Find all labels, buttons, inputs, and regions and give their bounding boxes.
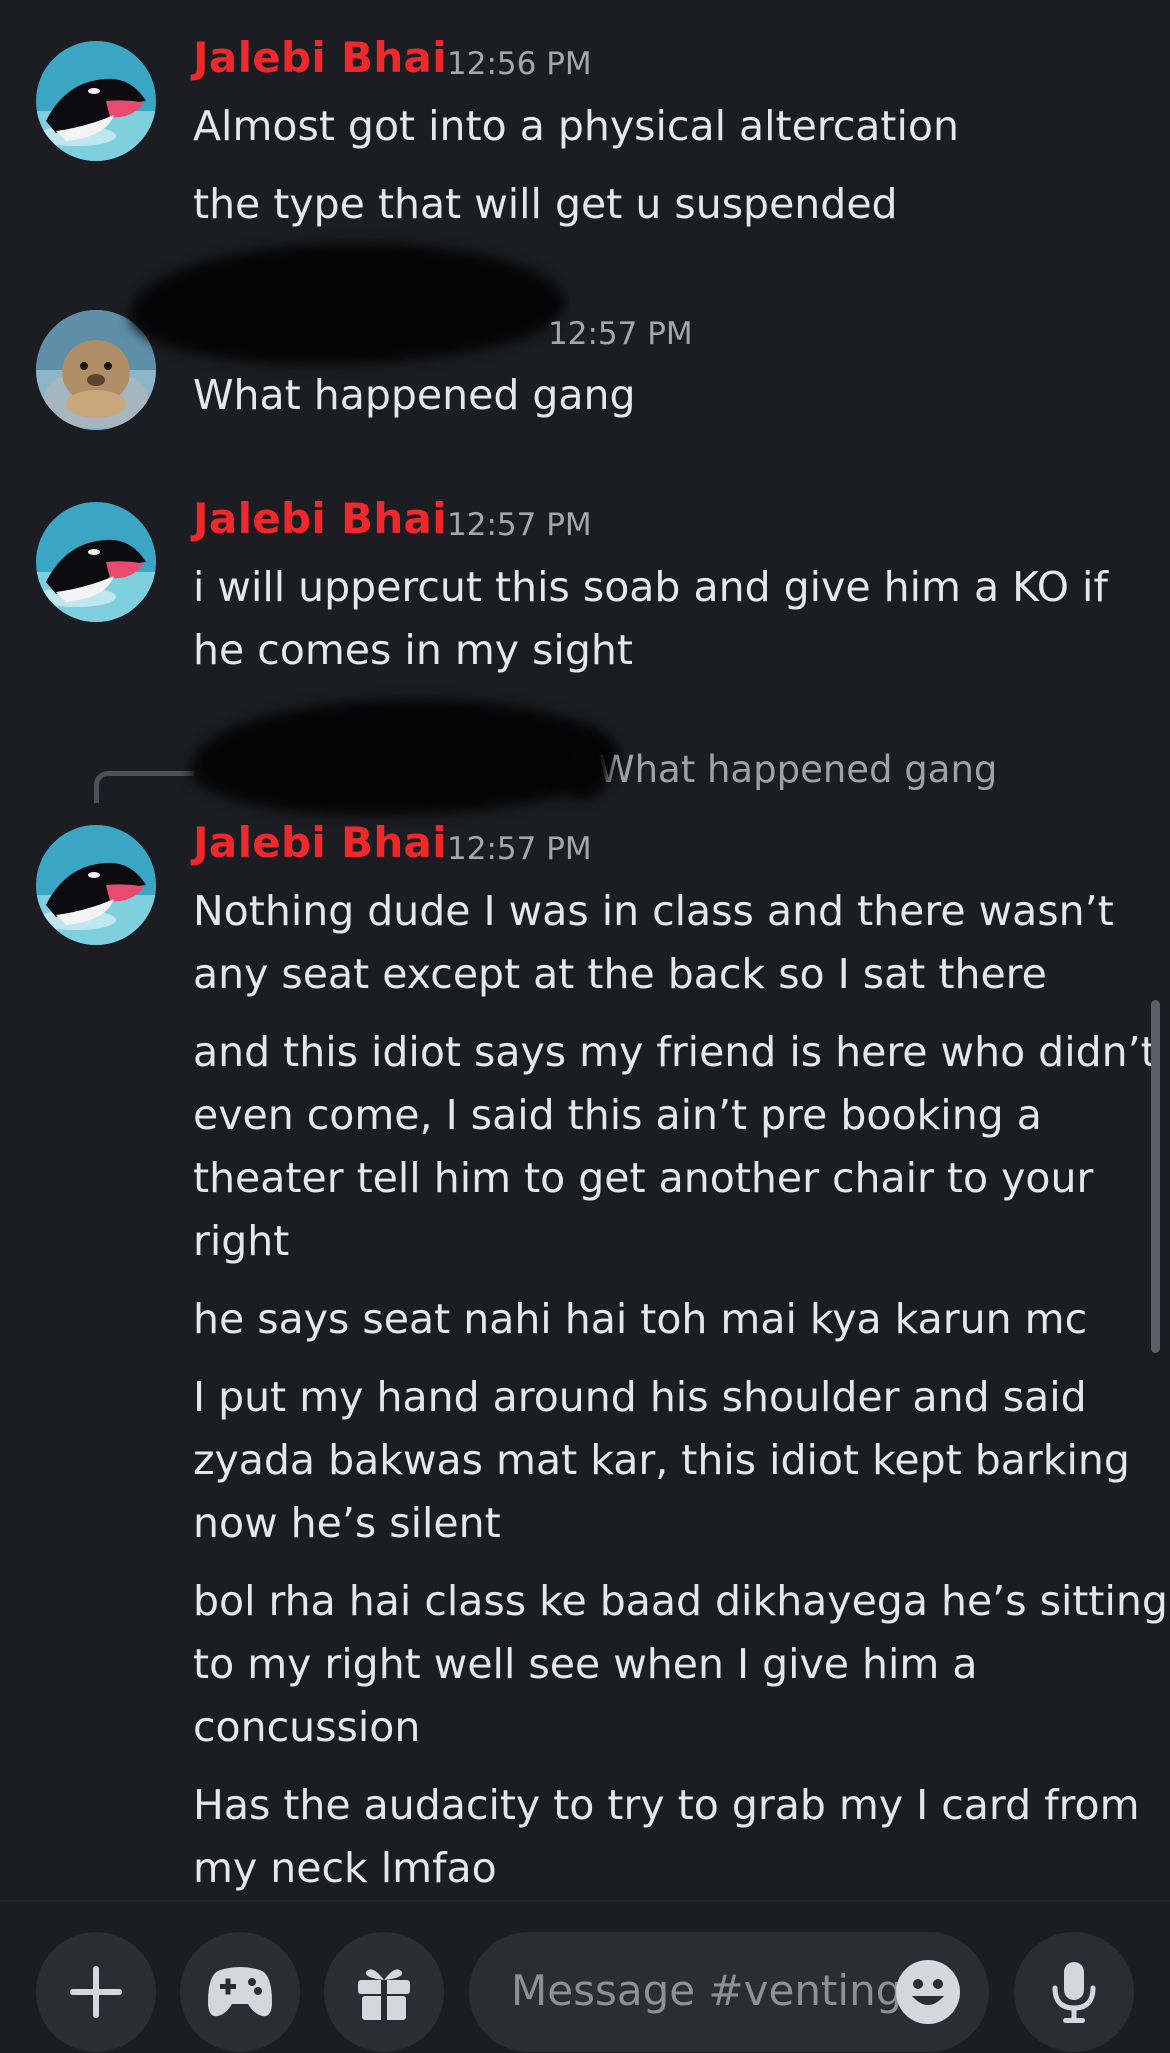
orca-avatar-image	[36, 41, 156, 161]
add-attachment-button[interactable]	[36, 1932, 156, 2052]
message-line[interactable]: What happened gang	[193, 364, 1143, 427]
message-line[interactable]: concussion	[193, 1696, 1143, 1759]
reply-connector	[94, 771, 194, 803]
message-line[interactable]: right	[193, 1210, 1143, 1273]
message-line[interactable]: and this idiot says my friend is here wh…	[193, 1021, 1157, 1084]
message-line[interactable]: zyada bakwas mat kar, this idiot kept ba…	[193, 1429, 1143, 1492]
redacted-reply-author	[190, 700, 620, 815]
emoji-button[interactable]	[896, 1960, 960, 2024]
message-line[interactable]: Nothing dude I was in class and there wa…	[193, 880, 1143, 943]
microphone-icon	[1052, 1962, 1096, 2023]
message-line[interactable]: Almost got into a physical altercation	[193, 95, 1143, 158]
redacted-username	[130, 244, 565, 364]
message-line[interactable]: he comes in my sight	[193, 619, 1143, 682]
gift-icon	[358, 1969, 410, 2020]
emoji-icon	[912, 1979, 944, 2005]
message-timestamp: 12:57 PM	[447, 507, 592, 543]
avatar-orca[interactable]	[36, 502, 156, 622]
message-line[interactable]: to my right well see when I give him a	[193, 1633, 1143, 1696]
message-line[interactable]: Has the audacity to try to grab my I car…	[193, 1774, 1143, 1837]
avatar-orca[interactable]	[36, 41, 156, 161]
author-name[interactable]: Jalebi Bhai	[193, 33, 447, 82]
message-line[interactable]: he says seat nahi hai toh mai kya karun …	[193, 1288, 1143, 1351]
activities-button[interactable]	[180, 1932, 300, 2052]
plus-icon	[70, 1966, 122, 2018]
message-line[interactable]: i will uppercut this soab and give him a…	[193, 556, 1143, 619]
message-line[interactable]: even come, I said this ain’t pre booking…	[193, 1084, 1143, 1147]
message-timestamp: 12:56 PM	[447, 46, 592, 82]
message-timestamp: 12:57 PM	[548, 316, 693, 352]
message-timestamp: 12:57 PM	[447, 831, 592, 867]
message-line[interactable]: theater tell him to get another chair to…	[193, 1147, 1143, 1210]
message-line[interactable]: bol rha hai class ke baad dikhayega he’s…	[193, 1570, 1168, 1633]
message-line[interactable]: the type that will get u suspended	[193, 173, 1143, 236]
author-name[interactable]: Jalebi Bhai	[193, 818, 447, 867]
avatar-orca[interactable]	[36, 825, 156, 945]
message-line[interactable]: I put my hand around his shoulder and sa…	[193, 1366, 1143, 1429]
message-input-placeholder: Message #venting	[511, 1966, 903, 2015]
chat-scrollbar[interactable]	[1151, 1000, 1160, 1353]
reply-preview-text[interactable]: What happened gang	[598, 748, 997, 791]
chat-messages[interactable]: Jalebi Bhai 12:56 PM Almost got into a p…	[0, 0, 1170, 1900]
gift-button[interactable]	[324, 1932, 444, 2052]
voice-message-button[interactable]	[1014, 1932, 1134, 2052]
message-line[interactable]: now he’s silent	[193, 1492, 1143, 1555]
message-line[interactable]: any seat except at the back so I sat the…	[193, 943, 1143, 1006]
orca-avatar-image	[36, 825, 156, 945]
author-name[interactable]: Jalebi Bhai	[193, 494, 447, 543]
gamepad-icon	[208, 1967, 272, 2017]
composer-bar: Message #venting	[0, 1900, 1170, 2053]
message-line[interactable]: my neck lmfao	[193, 1837, 1143, 1900]
orca-avatar-image	[36, 502, 156, 622]
message-input[interactable]: Message #venting	[469, 1932, 989, 2052]
